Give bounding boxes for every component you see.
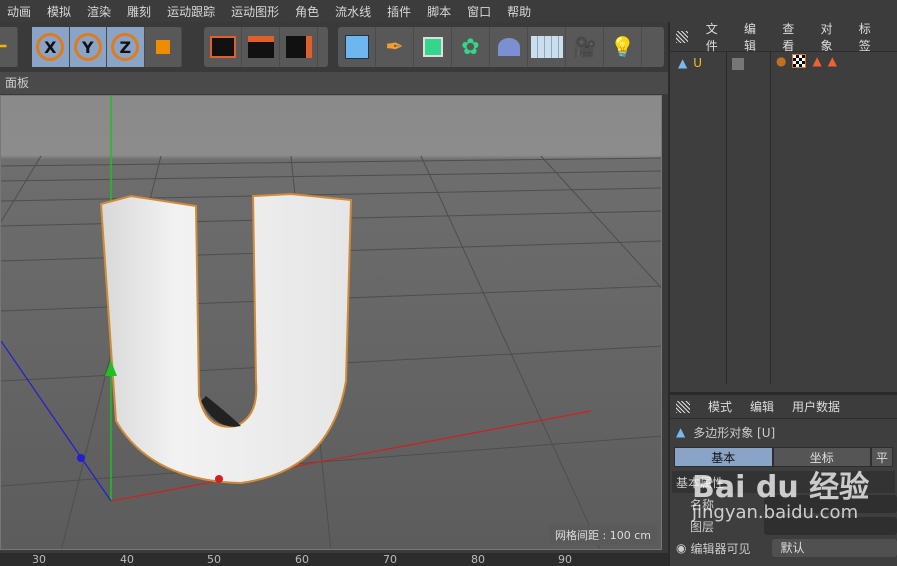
layer-label: 图层: [690, 519, 715, 534]
tab-phong[interactable]: 平: [871, 447, 893, 467]
grid-spacing-label: 网格间距 : 100 cm: [549, 525, 657, 545]
timeline-ruler[interactable]: 30 40 50 60 70 80 90: [0, 553, 668, 566]
menu-sculpt[interactable]: 雕刻: [120, 3, 160, 20]
camera-button[interactable]: 🎥: [566, 27, 604, 67]
cloner-icon: ✿: [461, 34, 480, 60]
panel-menu[interactable]: 面板: [5, 76, 29, 90]
timeline-tick: 60: [295, 553, 309, 566]
light-bulb-icon: 💡: [610, 35, 635, 59]
menu-pipeline[interactable]: 流水线: [328, 3, 380, 20]
viewport-header: 面板: [0, 72, 668, 94]
menu-help[interactable]: 帮助: [500, 3, 540, 20]
clapper-icon: [209, 36, 236, 58]
am-menu-mode[interactable]: 模式: [708, 398, 732, 415]
x-handle-icon[interactable]: [215, 475, 223, 483]
lock-y-button[interactable]: Y: [69, 27, 107, 67]
coord-system-icon: [155, 40, 170, 54]
subdivision-button[interactable]: [414, 27, 452, 67]
object-title: 多边形对象 [U]: [693, 425, 776, 440]
deformer-button[interactable]: [490, 27, 528, 67]
name-label: 名称: [690, 497, 715, 512]
cloner-button[interactable]: ✿: [452, 27, 490, 67]
pen-icon: ✒: [385, 34, 404, 60]
lock-z-button[interactable]: Z: [107, 27, 145, 67]
coord-system-button[interactable]: [145, 27, 182, 67]
render-settings-button[interactable]: [280, 27, 318, 67]
floor-icon: [530, 36, 563, 58]
texture-tag-icon[interactable]: [792, 54, 807, 68]
grip-icon[interactable]: [676, 30, 688, 43]
radio-icon[interactable]: ◉: [676, 541, 686, 555]
om-menu-object[interactable]: 对象: [821, 20, 841, 54]
menu-plugins[interactable]: 插件: [380, 3, 420, 20]
cube-icon: [344, 35, 369, 59]
phong-tag-icon[interactable]: ▲: [812, 54, 821, 68]
z-axis-icon: Z: [111, 33, 140, 61]
attribute-manager: 模式 编辑 用户数据 ▲ 多边形对象 [U] 基本 坐标 平 基本属性 名称 图…: [670, 392, 897, 566]
object-manager: 文件 编辑 查看 对象 标签 ▲ U ● ▲ ▲: [670, 22, 897, 384]
bend-icon: [497, 38, 520, 56]
om-menu-edit[interactable]: 编辑: [744, 20, 764, 54]
x-axis-icon: X: [36, 33, 65, 61]
editor-visible-label: 编辑器可见: [690, 541, 751, 556]
tab-basic[interactable]: 基本: [674, 447, 773, 467]
cube-button[interactable]: [338, 27, 376, 67]
timeline-tick: 80: [471, 553, 485, 566]
layer-field[interactable]: [764, 517, 897, 535]
om-menu-view[interactable]: 查看: [782, 20, 802, 54]
object-row-u[interactable]: ▲ U: [678, 56, 702, 70]
om-menu-tags[interactable]: 标签: [859, 20, 879, 54]
move-icon: ✛: [0, 35, 8, 60]
tab-coord[interactable]: 坐标: [772, 447, 871, 467]
render-view-button[interactable]: [204, 27, 242, 67]
y-axis-icon: Y: [73, 33, 102, 61]
material-tag-icon[interactable]: ●: [776, 54, 786, 68]
toolbar: ✛ X Y Z ✒ ✿ 🎥 💡: [0, 22, 668, 70]
menu-mograph[interactable]: 运动图形: [224, 3, 288, 20]
am-menu-edit[interactable]: 编辑: [750, 398, 774, 415]
menu-script[interactable]: 脚本: [420, 3, 460, 20]
am-menu-userdata[interactable]: 用户数据: [792, 398, 840, 415]
phong-tag-icon[interactable]: ▲: [828, 54, 837, 68]
menu-character[interactable]: 角色: [288, 3, 328, 20]
pen-button[interactable]: ✒: [376, 27, 414, 67]
layer-icon[interactable]: [732, 58, 744, 70]
polygon-object-icon: ▲: [678, 56, 688, 70]
lock-x-button[interactable]: X: [32, 27, 70, 67]
light-button[interactable]: 💡: [604, 27, 642, 67]
object-tags: ● ▲ ▲: [776, 54, 837, 68]
z-handle-icon[interactable]: [77, 454, 85, 462]
timeline-tick: 40: [120, 553, 134, 566]
scene: [1, 96, 661, 549]
move-tool-button[interactable]: ✛: [0, 27, 18, 67]
polygon-object-icon: ▲: [676, 425, 686, 439]
subdivision-icon: [422, 37, 443, 57]
right-panels: 文件 编辑 查看 对象 标签 ▲ U ● ▲ ▲ 模式 编辑 用户数据 ▲ 多边…: [668, 22, 897, 566]
menu-window[interactable]: 窗口: [460, 3, 500, 20]
timeline-tick: 50: [207, 553, 221, 566]
timeline-tick: 90: [558, 553, 572, 566]
timeline-tick: 70: [383, 553, 397, 566]
floor-button[interactable]: [528, 27, 566, 67]
object-name: U: [693, 56, 703, 70]
3d-viewport[interactable]: 网格间距 : 100 cm: [0, 95, 662, 550]
menu-render[interactable]: 渲染: [80, 3, 120, 20]
render-picture-viewer-button[interactable]: [242, 27, 280, 67]
clapper-gear-icon: [285, 36, 312, 58]
section-header: 基本属性: [672, 471, 895, 493]
editor-visible-select[interactable]: 默认: [772, 539, 897, 557]
menu-motion-tracking[interactable]: 运动跟踪: [160, 3, 224, 20]
clapper-icon: [247, 36, 274, 58]
menu-animate[interactable]: 动画: [0, 3, 40, 20]
om-menu-file[interactable]: 文件: [706, 20, 726, 54]
name-field[interactable]: [764, 495, 897, 513]
menu-simulate[interactable]: 模拟: [40, 3, 80, 20]
camera-icon: 🎥: [572, 35, 597, 59]
grip-icon[interactable]: [676, 400, 690, 413]
timeline-tick: 30: [32, 553, 46, 566]
